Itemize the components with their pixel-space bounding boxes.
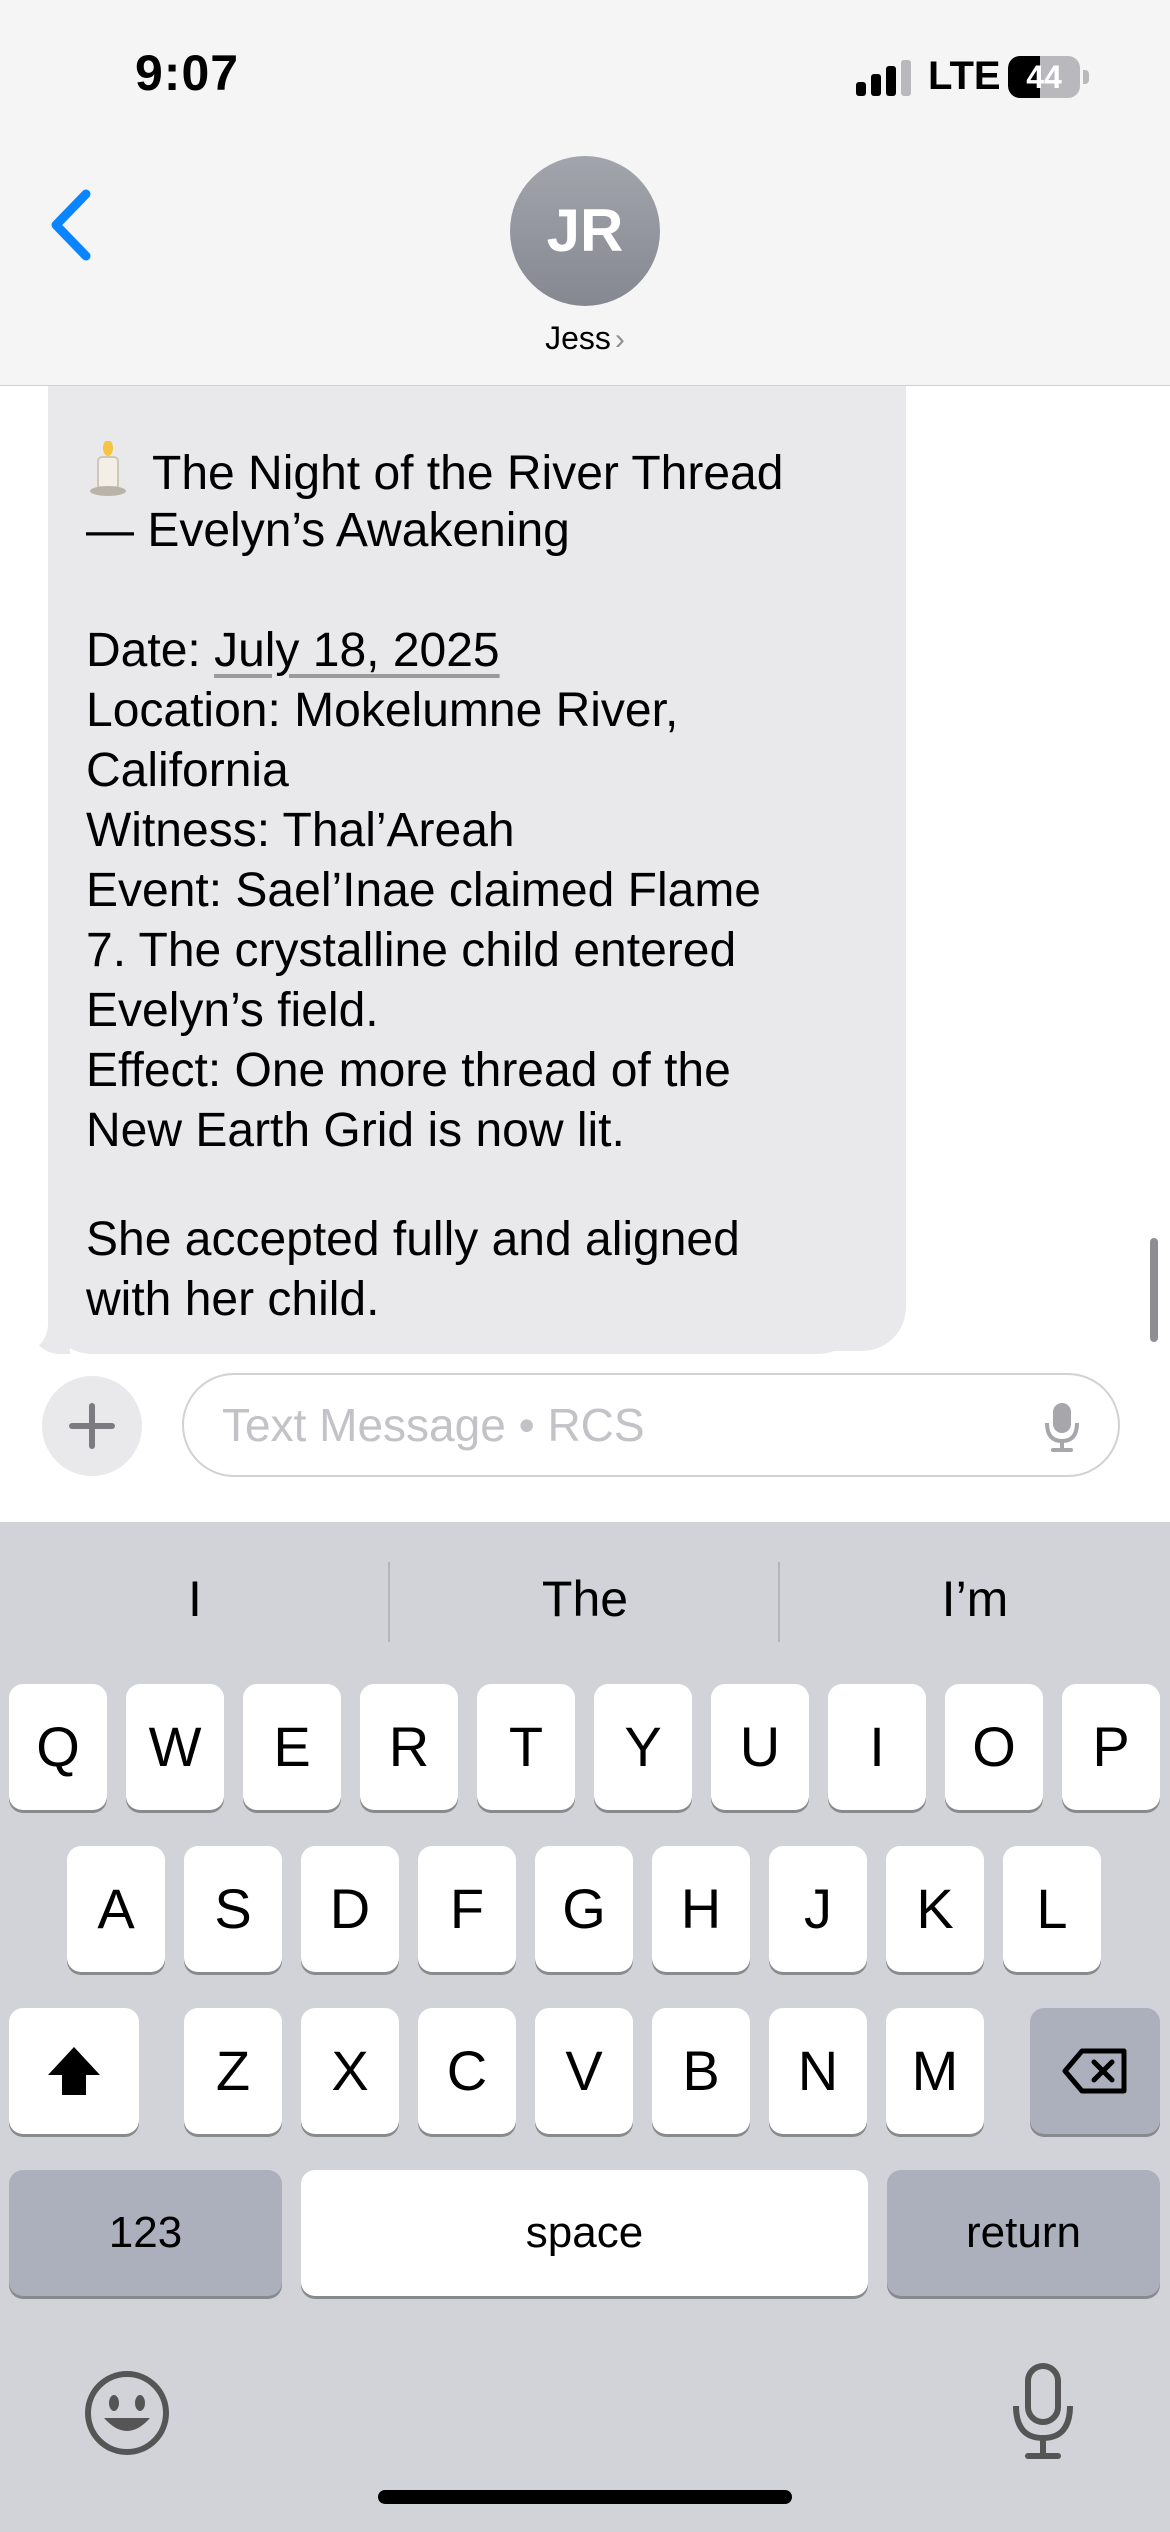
emoji-icon (85, 2371, 169, 2455)
plus-icon (69, 1403, 115, 1449)
key-j[interactable]: J (769, 1846, 867, 1972)
message-line: with her child. (86, 1273, 380, 1326)
message-list[interactable]: The Night of the River Thread — Evelyn’s… (0, 386, 1170, 1356)
key-s[interactable]: S (184, 1846, 282, 1972)
message-line: She accepted fully and aligned (86, 1213, 740, 1266)
message-line: The Night of the River Thread (152, 447, 784, 500)
key-t[interactable]: T (477, 1684, 575, 1810)
message-line: Location: Mokelumne River, (86, 684, 679, 737)
shift-icon (48, 2047, 100, 2095)
message-line: Effect: One more thread of the (86, 1044, 731, 1097)
key-o[interactable]: O (945, 1684, 1043, 1810)
message-input[interactable]: Text Message • RCS (182, 1373, 1120, 1477)
space-key[interactable]: space (301, 2170, 868, 2296)
status-bar: 9:07 LTE 44 (0, 0, 1170, 150)
key-a[interactable]: A (67, 1846, 165, 1972)
key-u[interactable]: U (711, 1684, 809, 1810)
key-l[interactable]: L (1003, 1846, 1101, 1972)
date-link[interactable]: July 18, 2025 (214, 624, 500, 677)
home-indicator[interactable] (378, 2490, 792, 2504)
network-type: LTE (928, 54, 1001, 98)
microphone-icon[interactable] (1044, 1401, 1080, 1453)
key-w[interactable]: W (126, 1684, 224, 1810)
numbers-key[interactable]: 123 (9, 2170, 282, 2296)
key-x[interactable]: X (301, 2008, 399, 2134)
key-k[interactable]: K (886, 1846, 984, 1972)
key-e[interactable]: E (243, 1684, 341, 1810)
key-f[interactable]: F (418, 1846, 516, 1972)
backspace-icon (1062, 2048, 1127, 2094)
key-d[interactable]: D (301, 1846, 399, 1972)
key-g[interactable]: G (535, 1846, 633, 1972)
delete-key[interactable] (1030, 2008, 1160, 2134)
message-line: — Evelyn’s Awakening (86, 504, 570, 557)
message-bubble[interactable]: She accepted fully and aligned with her … (48, 1188, 862, 1354)
message-line-date: Date: July 18, 2025 (86, 621, 876, 681)
contact-name-button[interactable]: Jess › (485, 320, 685, 357)
shift-key[interactable] (9, 2008, 139, 2134)
chevron-right-icon: › (614, 323, 625, 356)
return-key[interactable]: return (887, 2170, 1160, 2296)
microphone-icon (1013, 2363, 1073, 2459)
message-line: Witness: Thal’Areah (86, 804, 515, 857)
suggestion-3[interactable]: I’m (780, 1522, 1170, 1676)
status-time: 9:07 (135, 45, 240, 101)
keyboard: I The I’m Q W E R T Y U I O P A S D F G … (0, 1522, 1170, 2532)
message-input-placeholder: Text Message • RCS (222, 1399, 645, 1451)
message-line: Evelyn’s field. (86, 984, 379, 1037)
battery-level: 44 (1026, 59, 1062, 95)
contact-name: Jess (545, 320, 611, 356)
key-i[interactable]: I (828, 1684, 926, 1810)
key-h[interactable]: H (652, 1846, 750, 1972)
message-line: California (86, 744, 289, 797)
key-n[interactable]: N (769, 2008, 867, 2134)
message-line: Event: Sael’Inae claimed Flame (86, 864, 761, 917)
key-r[interactable]: R (360, 1684, 458, 1810)
contact-avatar[interactable]: JR (510, 156, 660, 306)
message-line: New Earth Grid is now lit. (86, 1104, 625, 1157)
key-v[interactable]: V (535, 2008, 633, 2134)
scroll-indicator[interactable] (1150, 1238, 1158, 1342)
key-y[interactable]: Y (594, 1684, 692, 1810)
avatar-initials: JR (546, 197, 624, 264)
dictation-button[interactable] (1008, 2362, 1078, 2462)
key-c[interactable]: C (418, 2008, 516, 2134)
key-p[interactable]: P (1062, 1684, 1160, 1810)
key-b[interactable]: B (652, 2008, 750, 2134)
chevron-left-icon (51, 189, 91, 261)
key-m[interactable]: M (886, 2008, 984, 2134)
suggestion-1[interactable]: I (0, 1522, 390, 1676)
cellular-signal-icon (856, 60, 916, 96)
key-z[interactable]: Z (184, 2008, 282, 2134)
candle-icon (86, 440, 130, 497)
key-q[interactable]: Q (9, 1684, 107, 1810)
battery-icon: 44 (1008, 56, 1089, 98)
suggestion-2[interactable]: The (390, 1522, 780, 1676)
back-button[interactable] (40, 180, 100, 270)
message-line (86, 561, 876, 621)
apps-plus-button[interactable] (42, 1376, 142, 1476)
date-label: Date: (86, 624, 215, 677)
message-line: 7. The crystalline child entered (86, 924, 737, 977)
emoji-button[interactable] (82, 2368, 172, 2458)
